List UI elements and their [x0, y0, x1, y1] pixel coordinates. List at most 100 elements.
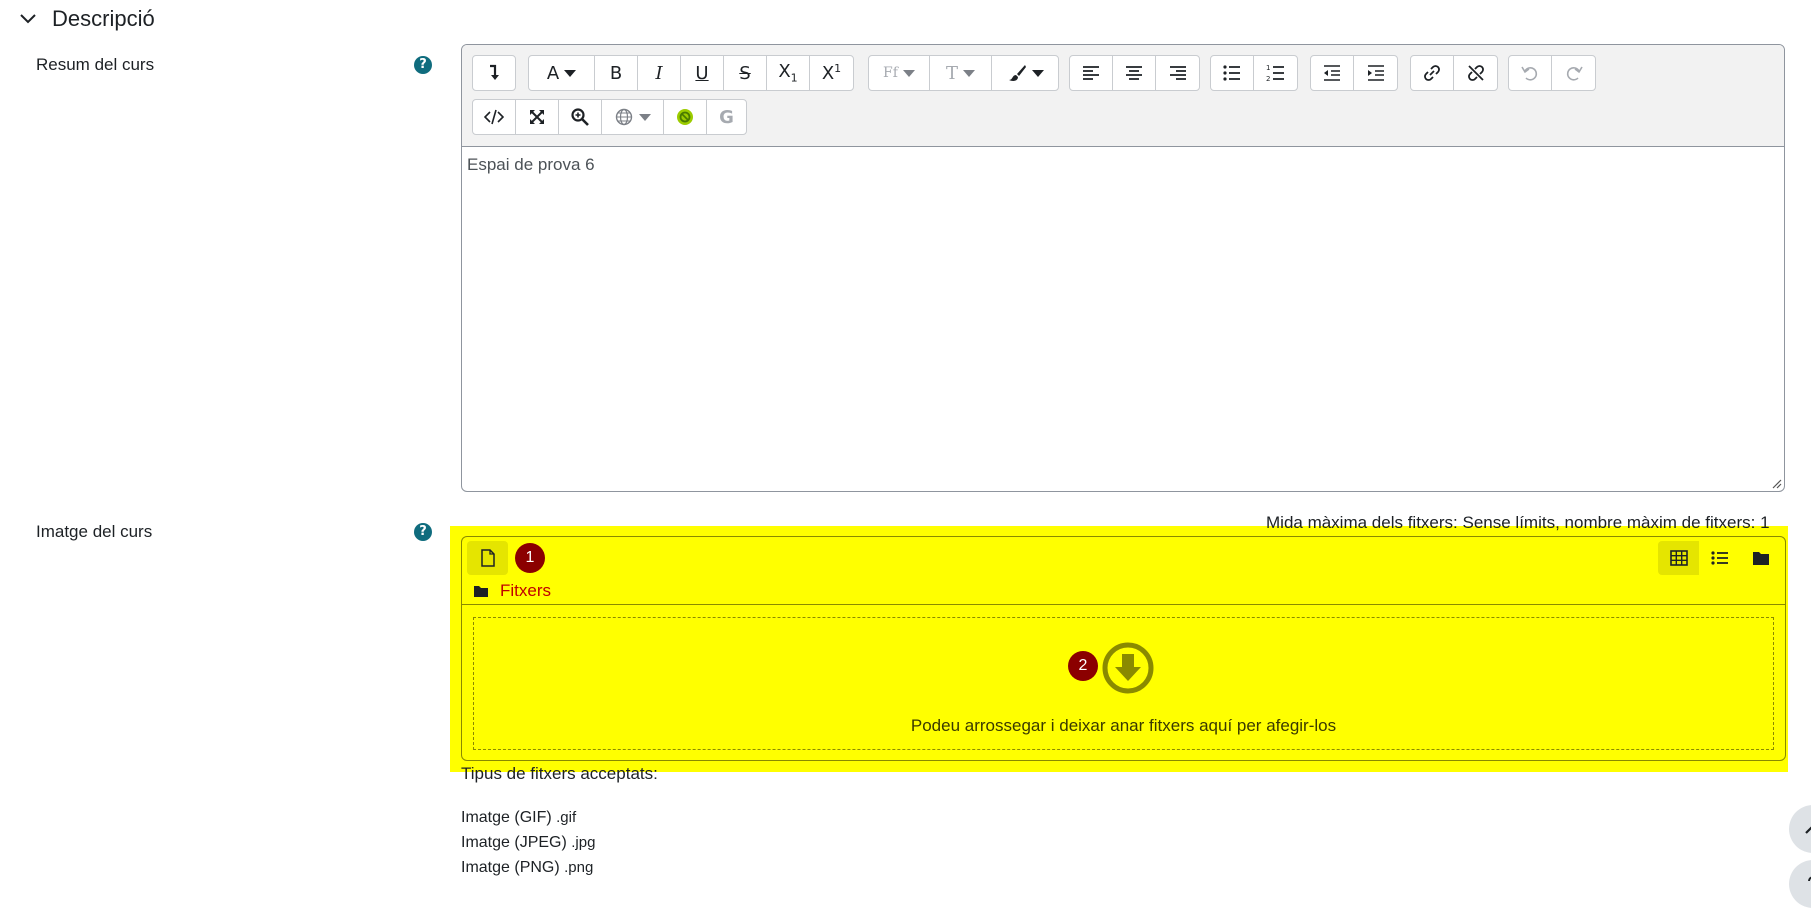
- font-style-icon: A: [546, 62, 560, 84]
- folder-icon: [1752, 552, 1769, 565]
- grid-icon: [1669, 550, 1688, 566]
- accepted-types-title: Tipus de fitxers acceptats:: [461, 764, 658, 783]
- toolbar-style-button[interactable]: A: [529, 56, 595, 90]
- plugin-icon: [677, 109, 693, 125]
- file-drop-zone[interactable]: 2 Podeu arrossegar i deixar anar fitxers…: [473, 617, 1774, 750]
- list-icon: [1710, 551, 1728, 565]
- toolbar-italic-button[interactable]: I: [638, 56, 681, 90]
- unlink-icon: [1467, 65, 1484, 81]
- divider: [462, 604, 1785, 605]
- link-icon: [1424, 65, 1440, 81]
- download-arrow-icon: [1102, 642, 1154, 694]
- toolbar-html-button[interactable]: [473, 100, 516, 134]
- expand-icon: [530, 110, 544, 124]
- view-switcher: [1658, 541, 1781, 575]
- drop-zone-text: Podeu arrossegar i deixar anar fitxers a…: [910, 716, 1337, 735]
- type-ext: .jpg: [571, 834, 596, 851]
- indent-icon: [1367, 65, 1384, 81]
- toolbar-font-size-button[interactable]: T: [930, 56, 992, 90]
- underline-icon: U: [695, 62, 709, 84]
- chevron-up-icon: [1805, 826, 1811, 834]
- toolbar-link-button[interactable]: [1411, 56, 1454, 90]
- summary-help-icon[interactable]: ?: [414, 56, 432, 74]
- align-left-icon: [1083, 66, 1099, 80]
- help-float-button[interactable]: [1789, 860, 1811, 908]
- globe-icon: [615, 108, 633, 126]
- toolbar-numbered-list-button[interactable]: 12: [1254, 56, 1297, 90]
- g-icon: G: [719, 106, 734, 128]
- toolbar-plugin-button[interactable]: [664, 100, 707, 134]
- toolbar-superscript-button[interactable]: X1: [810, 56, 853, 90]
- add-file-button[interactable]: [467, 541, 508, 575]
- type-name: Imatge (JPEG): [461, 834, 567, 851]
- type-name: Imatge (PNG): [461, 859, 560, 876]
- bold-icon: B: [609, 62, 623, 84]
- font-family-icon: Ff: [883, 65, 898, 81]
- toolbar-unlink-button[interactable]: [1454, 56, 1497, 90]
- caret-down-icon: [639, 113, 651, 121]
- strikethrough-icon: S: [739, 62, 751, 84]
- file-manager: 1 Fitxers 2 Podeu arrossegar i deixar an…: [461, 536, 1786, 761]
- caret-down-icon: [963, 69, 975, 77]
- toolbar-bold-button[interactable]: B: [595, 56, 638, 90]
- redo-icon: [1566, 66, 1583, 81]
- svg-text:1: 1: [1266, 64, 1270, 72]
- toolbar-align-center-button[interactable]: [1113, 56, 1156, 90]
- toolbar-outdent-button[interactable]: [1311, 56, 1354, 90]
- editor-toolbar: A B I U S X1 X1 Ff T 1 2 G: [462, 45, 1784, 147]
- toolbar-align-left-button[interactable]: [1070, 56, 1113, 90]
- level-down-icon: [490, 64, 499, 80]
- toolbar-collapse-button[interactable]: [473, 56, 515, 90]
- toolbar-bullet-list-button[interactable]: [1211, 56, 1254, 90]
- resize-grip-icon[interactable]: [1770, 477, 1782, 489]
- toolbar-indent-button[interactable]: [1354, 56, 1397, 90]
- editor-content[interactable]: Espai de prova 6: [467, 155, 595, 175]
- type-ext: .gif: [556, 809, 577, 826]
- view-list-button[interactable]: [1699, 541, 1740, 575]
- toolbar-subscript-button[interactable]: X1: [767, 56, 810, 90]
- align-right-icon: [1169, 66, 1186, 80]
- toolbar-align-right-button[interactable]: [1156, 56, 1199, 90]
- caret-down-icon: [564, 69, 577, 77]
- undo-icon: [1521, 66, 1538, 81]
- question-icon: [1808, 876, 1811, 882]
- back-to-top-button[interactable]: [1789, 805, 1811, 853]
- folder-icon: [474, 586, 488, 597]
- toolbar-find-button[interactable]: [559, 100, 602, 134]
- folder-link-fitxers[interactable]: Fitxers: [500, 581, 551, 601]
- type-ext: .png: [564, 859, 594, 876]
- toolbar-strikethrough-button[interactable]: S: [724, 56, 767, 90]
- image-label: Imatge del curs: [36, 522, 153, 541]
- type-name: Imatge (GIF): [461, 809, 552, 826]
- italic-icon: I: [655, 62, 663, 84]
- accepted-type-gif: Imatge (GIF) .gif: [461, 809, 576, 827]
- summary-label: Resum del curs: [36, 55, 155, 74]
- toolbar-underline-button[interactable]: U: [681, 56, 724, 90]
- toolbar-g-button[interactable]: G: [707, 100, 746, 134]
- caret-down-icon: [902, 69, 915, 77]
- step-badge-1: 1: [515, 543, 545, 573]
- paintbrush-icon: [1008, 65, 1026, 81]
- code-icon: [484, 109, 504, 125]
- view-tree-button[interactable]: [1740, 541, 1781, 575]
- max-file-size-info: Mida màxima dels fitxers: Sense límits, …: [1266, 513, 1770, 532]
- image-help-icon[interactable]: ?: [414, 523, 432, 541]
- summary-editor: A B I U S X1 X1 Ff T 1 2 G Espai de prov…: [461, 44, 1785, 492]
- toolbar-fullscreen-button[interactable]: [516, 100, 559, 134]
- view-icons-button[interactable]: [1658, 541, 1699, 575]
- step-badge-2: 2: [1068, 651, 1098, 681]
- toolbar-font-family-button[interactable]: Ff: [869, 56, 930, 90]
- section-title: Descripció: [52, 6, 155, 31]
- toolbar-color-button[interactable]: [992, 56, 1058, 90]
- subscript-icon: X1: [778, 61, 798, 85]
- caret-down-icon: [1031, 69, 1044, 77]
- toolbar-redo-button[interactable]: [1552, 56, 1595, 90]
- outdent-icon: [1324, 65, 1340, 81]
- toolbar-language-button[interactable]: [602, 100, 664, 134]
- search-plus-icon: [571, 108, 589, 126]
- toolbar-undo-button[interactable]: [1509, 56, 1552, 90]
- svg-text:2: 2: [1266, 75, 1270, 83]
- section-toggle-descripcio[interactable]: Descripció: [18, 6, 155, 32]
- breadcrumb: Fitxers: [474, 581, 551, 601]
- accepted-type-png: Imatge (PNG) .png: [461, 859, 593, 877]
